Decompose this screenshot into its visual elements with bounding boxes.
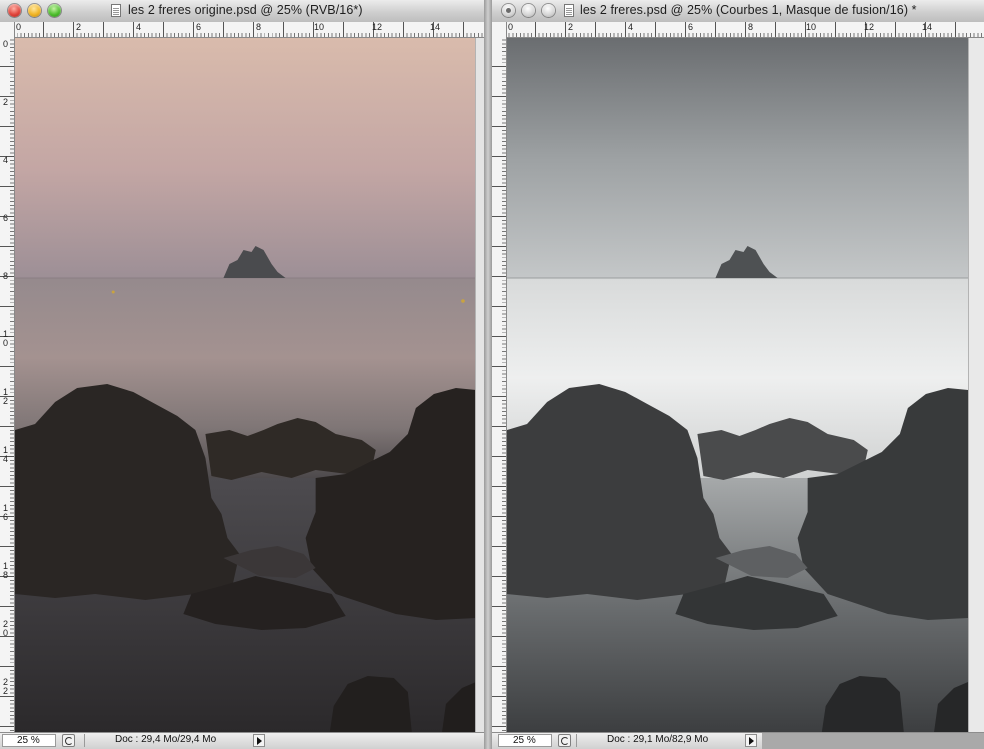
ruler-tick-label: 22 [2, 677, 8, 696]
ruler-tick-label: 0 [508, 22, 514, 32]
ruler-tick-label: 6 [196, 22, 202, 32]
ruler-tick-label: 20 [2, 619, 8, 638]
ruler-tick-label: 14 [430, 22, 441, 32]
ruler-tick-label: 0 [16, 22, 22, 32]
ruler-tick-label: 4 [2, 155, 8, 165]
ruler-tick-label: 16 [2, 503, 8, 522]
window-title: les 2 freres.psd @ 25% (Courbes 1, Masqu… [580, 3, 917, 17]
horizontal-ruler[interactable]: 0 2 4 6 8 10 12 14 [506, 22, 984, 38]
status-bar: 25 % Doc : 29,4 Mo/29,4 Mo [0, 732, 484, 749]
ruler-tick-label: 8 [256, 22, 262, 32]
document-proxy-icon[interactable] [564, 4, 574, 17]
ruler-tick-label: 12 [864, 22, 875, 32]
status-bar: 25 % Doc : 29,1 Mo/82,9 Mo [492, 732, 984, 749]
ruler-tick-label: 4 [628, 22, 634, 32]
vertical-scrollbar[interactable] [968, 38, 984, 733]
ruler-tick-label: 4 [136, 22, 142, 32]
minimize-window-button[interactable] [522, 4, 535, 17]
ruler-tick-label: 8 [748, 22, 754, 32]
window-title: les 2 freres origine.psd @ 25% (RVB/16*) [128, 3, 363, 17]
ruler-tick-label: 6 [2, 213, 8, 223]
ruler-tick-label: 10 [806, 22, 817, 32]
ruler-tick-label: 10 [314, 22, 325, 32]
ruler-tick-label: 2 [568, 22, 574, 32]
ruler-tick-label: 6 [688, 22, 694, 32]
title-bar[interactable]: les 2 freres origine.psd @ 25% (RVB/16*) [0, 0, 484, 23]
zoom-level-field[interactable]: 25 % [498, 734, 552, 747]
status-menu-arrow-icon[interactable] [745, 734, 757, 747]
document-proxy-icon[interactable] [111, 4, 121, 17]
window-divider [484, 0, 492, 749]
photo-seascape-bw [507, 38, 968, 733]
ruler-tick-label: 10 [2, 329, 8, 348]
quick-mask-icon[interactable] [558, 734, 571, 747]
horizontal-ruler[interactable]: 0 2 4 6 8 10 12 14 [14, 22, 484, 38]
zoom-window-button[interactable] [542, 4, 555, 17]
ruler-tick-label: 0 [2, 39, 8, 49]
minimize-window-button[interactable] [28, 4, 41, 17]
ruler-tick-label: 8 [2, 271, 8, 281]
ruler-tick-label: 14 [2, 445, 8, 464]
zoom-level-field[interactable]: 25 % [2, 734, 56, 747]
document-size-info: Doc : 29,4 Mo/29,4 Mo [84, 734, 216, 747]
ruler-tick-label: 2 [76, 22, 82, 32]
document-window-edited[interactable]: les 2 freres.psd @ 25% (Courbes 1, Masqu… [492, 0, 984, 749]
image-canvas[interactable] [15, 38, 476, 733]
zoom-window-button[interactable] [48, 4, 61, 17]
ruler-tick-label: 18 [2, 561, 8, 580]
vertical-scrollbar[interactable] [475, 38, 484, 733]
photo-seascape-color [15, 38, 476, 733]
close-window-button[interactable] [8, 4, 21, 17]
ruler-tick-label: 12 [2, 387, 8, 406]
ruler-tick-label: 2 [2, 97, 8, 107]
title-bar[interactable]: les 2 freres.psd @ 25% (Courbes 1, Masqu… [492, 0, 984, 23]
quick-mask-icon[interactable] [62, 734, 75, 747]
vertical-ruler[interactable]: 0 2 4 6 8 10 12 14 16 18 20 22 [0, 22, 15, 733]
ruler-tick-label: 12 [372, 22, 383, 32]
status-menu-arrow-icon[interactable] [253, 734, 265, 747]
status-bar-empty-area [762, 733, 984, 749]
document-window-original[interactable]: les 2 freres origine.psd @ 25% (RVB/16*)… [0, 0, 484, 749]
image-canvas[interactable] [507, 38, 968, 733]
vertical-ruler[interactable] [492, 22, 507, 733]
document-size-info: Doc : 29,1 Mo/82,9 Mo [576, 734, 708, 747]
ruler-tick-label: 14 [922, 22, 933, 32]
close-window-button[interactable] [502, 4, 515, 17]
